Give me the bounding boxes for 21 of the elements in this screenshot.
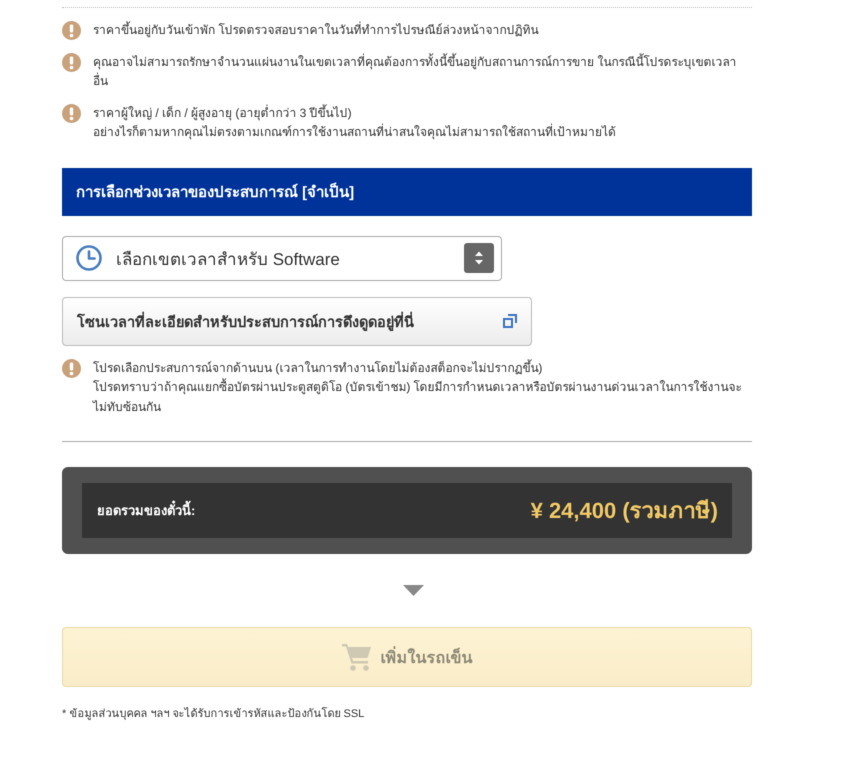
external-link-icon [503, 314, 517, 328]
notice-text: คุณอาจไม่สามารถรักษาจำนวนแผ่นงานในเขตเวลาที่คุณต้องการทั้งนี้ขึ้นอยู่กับสถานการณ์การขาย ในกรณีนี้โปรดระบุเขตเวลาอื่น [93, 52, 738, 90]
exclamation-icon [62, 104, 81, 122]
notice-text: โปรดทราบว่าถ้าคุณแยกซื้อบัตรผ่านประตูสตูดิโอ (บัตรเข้าชม) โดยมีการกำหนดเวลาหรือบัตรผ่านงานด่วนเวลาในการใช้งานจะไม่ทับซ้อนกัน [93, 378, 743, 416]
notice-text: ราคาขึ้นอยู่กับวันเข้าพัก โปรดตรวจสอบราคาในวันที่ทำการไปรษณีย์ล่วงหน้าจากปฏิทิน [93, 21, 540, 40]
exclamation-icon [62, 52, 81, 72]
exclamation-icon [62, 21, 81, 40]
cart-icon [342, 642, 372, 672]
down-triangle-icon [402, 585, 424, 596]
notice-text: อย่างไรก็ตามหากคุณไม่ตรงตามเกณฑ์การใช้งานสถานที่น่าสนใจคุณไม่สามารถใช้สถานที่เป้าหมายได้ [93, 123, 617, 142]
total-label: ยอดรวมของตั๋วนี้: [97, 500, 196, 521]
total-amount: ¥ 24,400 (รวมภาษี) [530, 497, 718, 525]
timezone-details-link[interactable]: โซนเวลาที่ละเอียดสำหรับประสบการณ์การดึงดูดอยู่ที่นี่ [62, 296, 532, 346]
ssl-footnote: * ข้อมูลส่วนบุคคล ฯลฯ จะได้รับการเข้ารหัสและป้องกันโดย SSL [62, 706, 366, 722]
notice-text: โปรดเลือกประสบการณ์จากด้านบน (เวลาในการทำงานโดยไม่ต้องสต็อกจะไม่ปรากฏขึ้น) [93, 358, 544, 376]
exclamation-icon [62, 358, 81, 378]
clock-icon [76, 245, 102, 271]
section-header: การเลือกช่วงเวลาของประสบการณ์ [จำเป็น] [62, 168, 752, 216]
timeslot-select[interactable]: เลือกเขตเวลาสำหรับ Software [62, 236, 502, 280]
sort-arrows-icon [464, 243, 494, 273]
notice-text: ราคาผู้ใหญ่ / เด็ก / ผู้สูงอายุ (อายุต่ำกว่า 3 ปีขึ้นไป) [93, 104, 353, 122]
